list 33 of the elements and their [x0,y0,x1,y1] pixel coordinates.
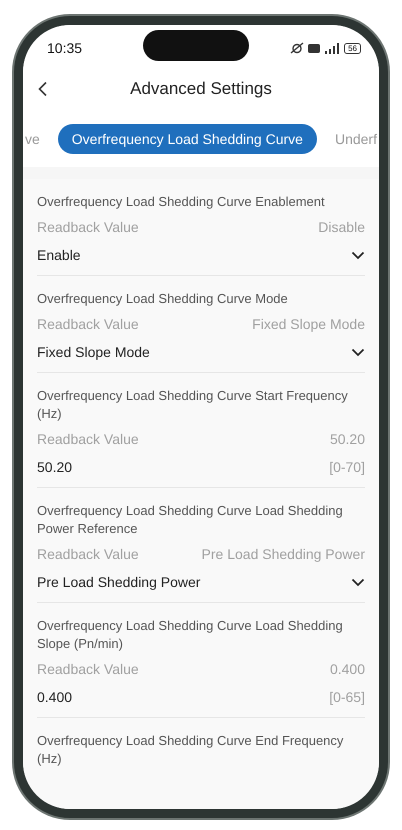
input-field[interactable]: 50.20 [37,459,72,475]
dropdown-field[interactable]: Fixed Slope Mode [37,344,365,360]
alarm-off-icon [290,42,304,54]
setting-title: Overfrequency Load Shedding Curve Load Shedding Slope (Pn/min) [37,617,344,653]
battery-indicator: 56 [344,42,361,54]
readback-label: Readback Value [37,219,139,235]
readback-label: Readback Value [37,546,139,562]
chevron-down-icon [351,250,365,260]
signal-icon [324,42,340,54]
input-field[interactable]: 0.400 [37,689,72,705]
chevron-down-icon [351,578,365,586]
dropdown-field[interactable]: Enable [37,247,365,263]
tab[interactable]: Overfrequency Load Shedding Curve [58,124,317,154]
setting-title: Overfrequency Load Shedding Curve Mode [37,290,289,308]
readback-value: Fixed Slope Mode [252,316,365,332]
readback-label: Readback Value [37,431,139,447]
readback-label: Readback Value [37,316,139,332]
readback-label: Readback Value [37,661,139,677]
readback-value: 0.400 [330,661,365,677]
range-hint: [0-65] [329,689,365,705]
back-icon[interactable] [37,81,49,97]
status-time: 10:35 [47,40,82,56]
dropdown-field[interactable]: Pre Load Shedding Power [37,574,365,590]
readback-value: Pre Load Shedding Power [202,546,365,562]
readback-value: 50.20 [330,431,365,447]
setting-title: Overfrequency Load Shedding Curve Enablement [37,193,326,211]
setting-title: Overfrequency Load Shedding Curve Load Shedding Power Reference [37,502,344,538]
setting-title: Overfrequency Load Shedding Curve End Frequency (Hz) [37,732,344,768]
setting-title: Overfrequency Load Shedding Curve Start Frequency (Hz) [37,387,349,423]
readback-value: Disable [318,219,365,235]
chevron-down-icon [351,348,365,356]
page-title: Advanced Settings [129,79,273,99]
range-hint: [0-70] [329,459,365,475]
